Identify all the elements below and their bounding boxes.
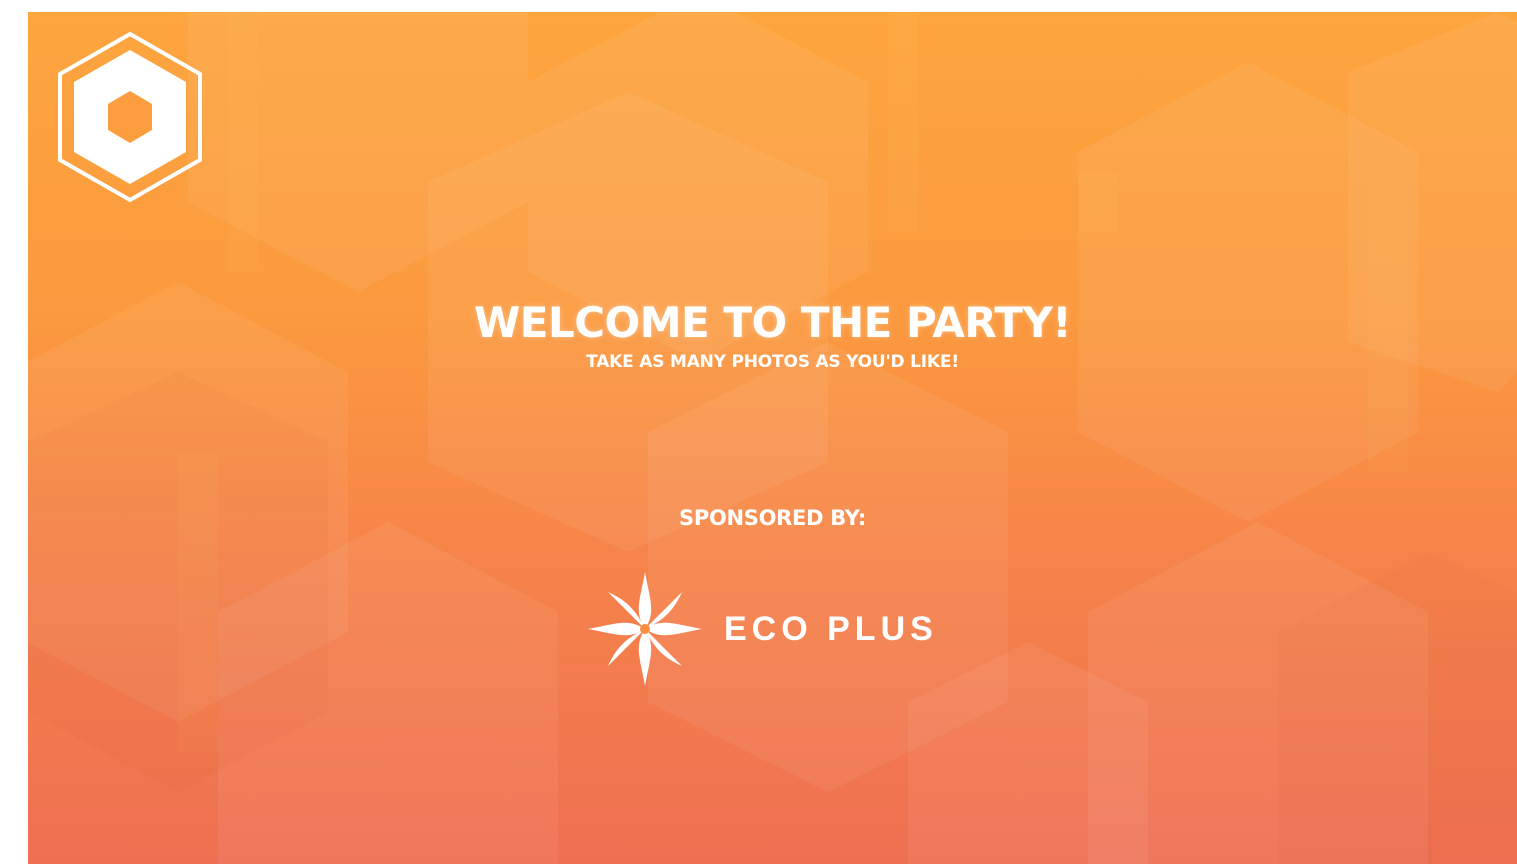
- sponsor-name: ECO PLUS: [724, 609, 938, 648]
- photo-booth-welcome-screen[interactable]: WELCOME TO THE PARTY! TAKE AS MANY PHOTO…: [28, 12, 1517, 864]
- sponsor-logo: ECO PLUS: [586, 569, 938, 689]
- welcome-headline: WELCOME TO THE PARTY!: [473, 298, 1072, 347]
- welcome-message: WELCOME TO THE PARTY! TAKE AS MANY PHOTO…: [28, 298, 1517, 372]
- sponsor-label: SPONSORED BY:: [679, 506, 866, 530]
- welcome-subhead: TAKE AS MANY PHOTOS AS YOU'D LIKE!: [586, 352, 959, 372]
- hexagon-logo-icon: [58, 31, 202, 203]
- star-compass-icon: [588, 572, 702, 686]
- hexagon-background-pattern: [28, 12, 1517, 864]
